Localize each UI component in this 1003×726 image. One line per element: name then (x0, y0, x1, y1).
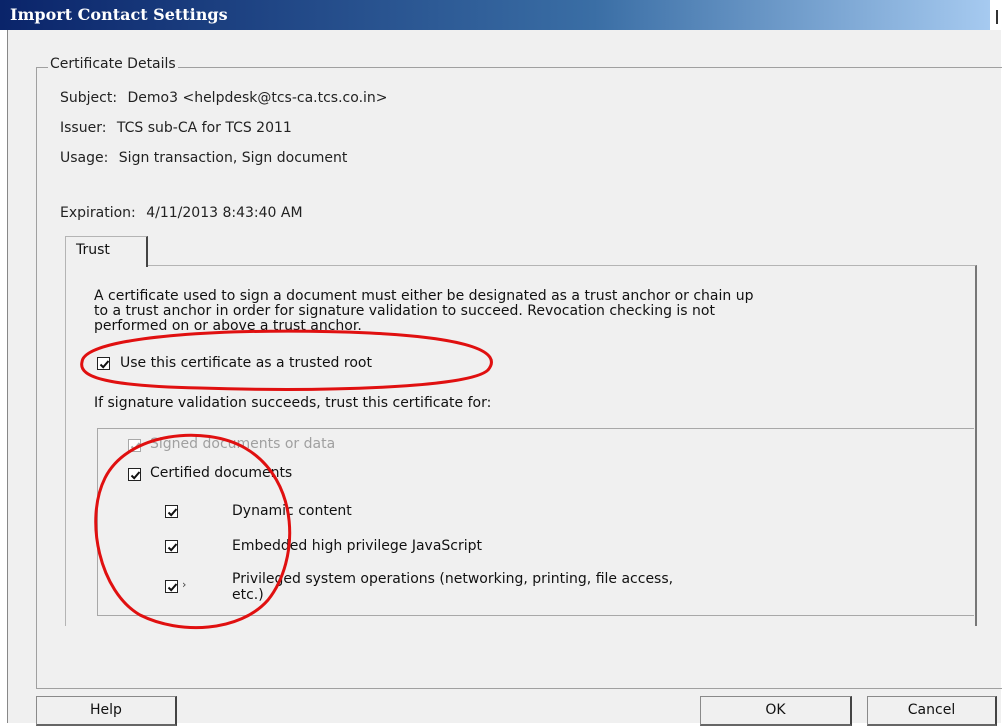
high-privilege-javascript-label: Embedded high privilege JavaScript (232, 538, 483, 554)
issuer-label: Issuer: (60, 120, 107, 136)
expiration-row: Expiration: 4/11/2013 8:43:40 AM (60, 205, 303, 221)
signed-documents-label: Signed documents or data (150, 436, 336, 452)
trust-description-line-2: to a trust anchor in order for signature… (94, 303, 715, 319)
dynamic-content-checkbox[interactable] (165, 505, 178, 518)
checkmark-icon (167, 508, 178, 517)
certificate-details-legend: Certificate Details (48, 56, 178, 72)
dynamic-content-label: Dynamic content (232, 503, 352, 519)
high-privilege-javascript-checkbox[interactable] (165, 540, 178, 553)
help-button[interactable]: Help (36, 696, 177, 726)
subject-row: Subject: Demo3 <helpdesk@tcs-ca.tcs.co.i… (60, 90, 388, 106)
trusted-root-label: Use this certificate as a trusted root (120, 355, 372, 371)
trust-description-line-1: A certificate used to sign a document mu… (94, 288, 754, 304)
usage-label: Usage: (60, 150, 109, 166)
window-title: Import Contact Settings (10, 5, 228, 24)
subject-label: Subject: (60, 90, 118, 106)
certified-documents-checkbox[interactable] (128, 468, 141, 481)
privileged-operations-label: Privileged system operations (networking… (232, 571, 673, 603)
trust-for-label: If signature validation succeeds, trust … (94, 395, 492, 411)
subject-value: Demo3 <helpdesk@tcs-ca.tcs.co.in> (127, 90, 388, 106)
checkmark-icon (167, 583, 178, 592)
dialog-left-border (7, 30, 8, 723)
signed-documents-checkbox[interactable] (128, 439, 141, 452)
checkmark-icon (130, 442, 141, 451)
expiration-value: 4/11/2013 8:43:40 AM (146, 205, 303, 221)
trusted-root-checkbox[interactable] (97, 357, 110, 370)
checkmark-icon (99, 360, 110, 369)
privileged-operations-checkbox[interactable] (165, 580, 178, 593)
checkmark-icon (167, 543, 178, 552)
privileged-operations-label-line-1: Privileged system operations (networking… (232, 571, 674, 587)
title-bar-edge (996, 10, 998, 24)
issuer-value: TCS sub-CA for TCS 2011 (116, 120, 292, 136)
usage-value: Sign transaction, Sign document (118, 150, 348, 166)
cancel-button[interactable]: Cancel (867, 696, 997, 726)
tab-trust-label: Trust (76, 242, 110, 258)
expiration-label: Expiration: (60, 205, 136, 221)
issuer-row: Issuer: TCS sub-CA for TCS 2011 (60, 120, 292, 136)
usage-row: Usage: Sign transaction, Sign document (60, 150, 347, 166)
trust-description-line-3: performed on or above a trust anchor. (94, 318, 362, 334)
option-arrow-icon: › (182, 578, 187, 591)
privileged-operations-label-line-2: etc.) (232, 587, 264, 603)
certified-documents-label: Certified documents (150, 465, 293, 481)
ok-button[interactable]: OK (700, 696, 852, 726)
checkmark-icon (130, 471, 141, 480)
